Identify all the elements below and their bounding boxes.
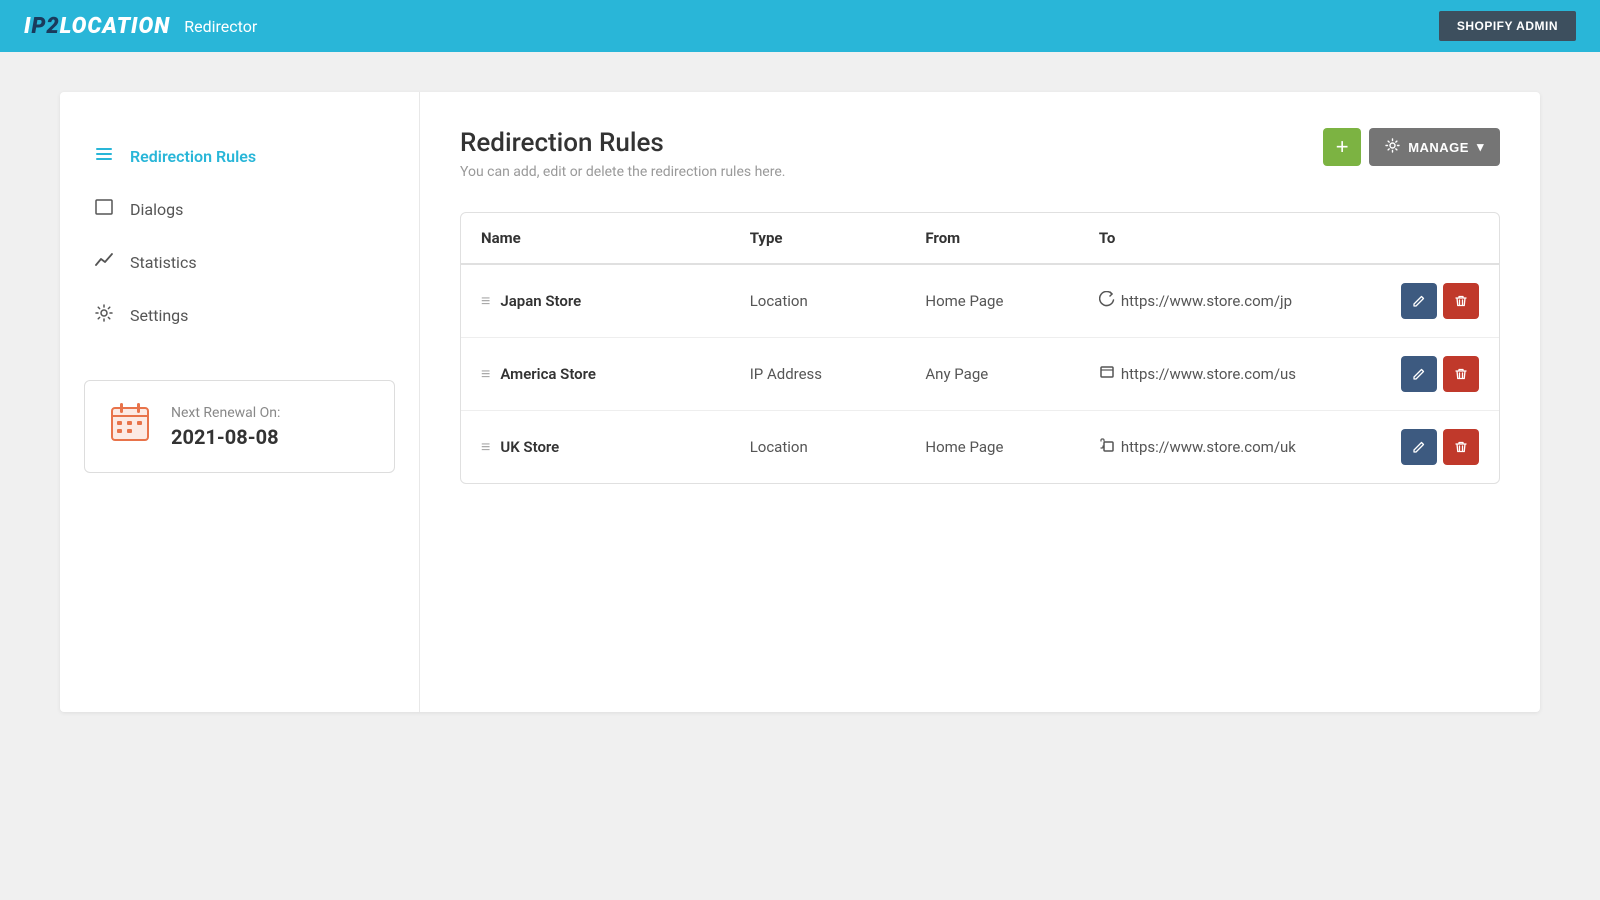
cell-name-1: ≡ America Store — [461, 338, 730, 411]
page-subtitle: You can add, edit or delete the redirect… — [460, 164, 785, 180]
table-header-row: Name Type From To — [461, 213, 1499, 264]
calendar-icon — [109, 401, 151, 452]
dropdown-arrow-icon: ▾ — [1477, 139, 1484, 155]
manage-label: MANAGE — [1408, 140, 1469, 155]
cell-from-2: Home Page — [905, 411, 1078, 484]
delete-button-2[interactable] — [1443, 429, 1479, 465]
col-name: Name — [461, 213, 730, 264]
sidebar-label-redirection-rules: Redirection Rules — [130, 147, 256, 166]
edit-button-0[interactable] — [1401, 283, 1437, 319]
edit-button-2[interactable] — [1401, 429, 1437, 465]
table-row: ≡ UK Store Location Home Page https://ww… — [461, 411, 1499, 484]
cell-actions-0 — [1381, 264, 1499, 338]
main-content: Redirection Rules You can add, edit or d… — [420, 92, 1540, 712]
to-type-icon — [1099, 364, 1115, 384]
shopify-admin-button[interactable]: SHOPIFY ADMIN — [1439, 11, 1576, 41]
cell-name-2: ≡ UK Store — [461, 411, 730, 484]
statistics-icon — [92, 250, 116, 275]
to-type-icon — [1099, 291, 1115, 311]
col-to: To — [1079, 213, 1381, 264]
col-actions — [1381, 213, 1499, 264]
cell-name-0: ≡ Japan Store — [461, 264, 730, 338]
renewal-date: 2021-08-08 — [171, 425, 280, 449]
cell-actions-1 — [1381, 338, 1499, 411]
cell-from-0: Home Page — [905, 264, 1078, 338]
cell-to-2: https://www.store.com/uk — [1079, 411, 1381, 484]
app-name: Redirector — [184, 17, 257, 36]
sidebar: Redirection Rules Dialogs Statistics — [60, 92, 420, 712]
delete-button-0[interactable] — [1443, 283, 1479, 319]
renewal-label: Next Renewal On: — [171, 405, 280, 421]
cell-from-1: Any Page — [905, 338, 1078, 411]
content-actions: + MANAGE ▾ — [1323, 128, 1500, 166]
table-header: Name Type From To — [461, 213, 1499, 264]
table-body: ≡ Japan Store Location Home Page https:/… — [461, 264, 1499, 483]
edit-button-1[interactable] — [1401, 356, 1437, 392]
page-title: Redirection Rules — [460, 128, 785, 158]
sidebar-item-dialogs[interactable]: Dialogs — [84, 185, 395, 234]
sidebar-label-statistics: Statistics — [130, 253, 197, 272]
content-header: Redirection Rules You can add, edit or d… — [460, 128, 1500, 180]
sidebar-item-redirection-rules[interactable]: Redirection Rules — [84, 132, 395, 181]
cell-to-0: https://www.store.com/jp — [1079, 264, 1381, 338]
col-type: Type — [730, 213, 906, 264]
cell-type-0: Location — [730, 264, 906, 338]
to-type-icon — [1099, 437, 1115, 457]
manage-button[interactable]: MANAGE ▾ — [1369, 128, 1500, 166]
drag-handle-icon: ≡ — [481, 291, 490, 311]
cell-type-1: IP Address — [730, 338, 906, 411]
sidebar-item-settings[interactable]: Settings — [84, 291, 395, 340]
list-icon — [92, 144, 116, 169]
sidebar-item-statistics[interactable]: Statistics — [84, 238, 395, 287]
content-title-block: Redirection Rules You can add, edit or d… — [460, 128, 785, 180]
dialogs-icon — [92, 197, 116, 222]
delete-button-1[interactable] — [1443, 356, 1479, 392]
cell-to-1: https://www.store.com/us — [1079, 338, 1381, 411]
sidebar-label-settings: Settings — [130, 306, 188, 325]
sidebar-label-dialogs: Dialogs — [130, 200, 183, 219]
add-rule-button[interactable]: + — [1323, 128, 1361, 166]
settings-icon — [92, 303, 116, 328]
app-logo: IP2LOCATION — [24, 14, 170, 39]
cell-actions-2 — [1381, 411, 1499, 484]
table-row: ≡ Japan Store Location Home Page https:/… — [461, 264, 1499, 338]
cell-type-2: Location — [730, 411, 906, 484]
renewal-card: Next Renewal On: 2021-08-08 — [84, 380, 395, 473]
gear-icon — [1385, 138, 1400, 156]
renewal-info: Next Renewal On: 2021-08-08 — [171, 405, 280, 449]
rules-table: Name Type From To ≡ Japan Store Location… — [461, 213, 1499, 483]
col-from: From — [905, 213, 1078, 264]
rules-table-container: Name Type From To ≡ Japan Store Location… — [460, 212, 1500, 484]
app-header: IP2LOCATION Redirector SHOPIFY ADMIN — [0, 0, 1600, 52]
table-row: ≡ America Store IP Address Any Page http… — [461, 338, 1499, 411]
drag-handle-icon: ≡ — [481, 437, 490, 457]
header-left: IP2LOCATION Redirector — [24, 14, 257, 39]
main-wrapper: Redirection Rules Dialogs Statistics — [0, 52, 1600, 752]
drag-handle-icon: ≡ — [481, 364, 490, 384]
main-card: Redirection Rules Dialogs Statistics — [60, 92, 1540, 712]
